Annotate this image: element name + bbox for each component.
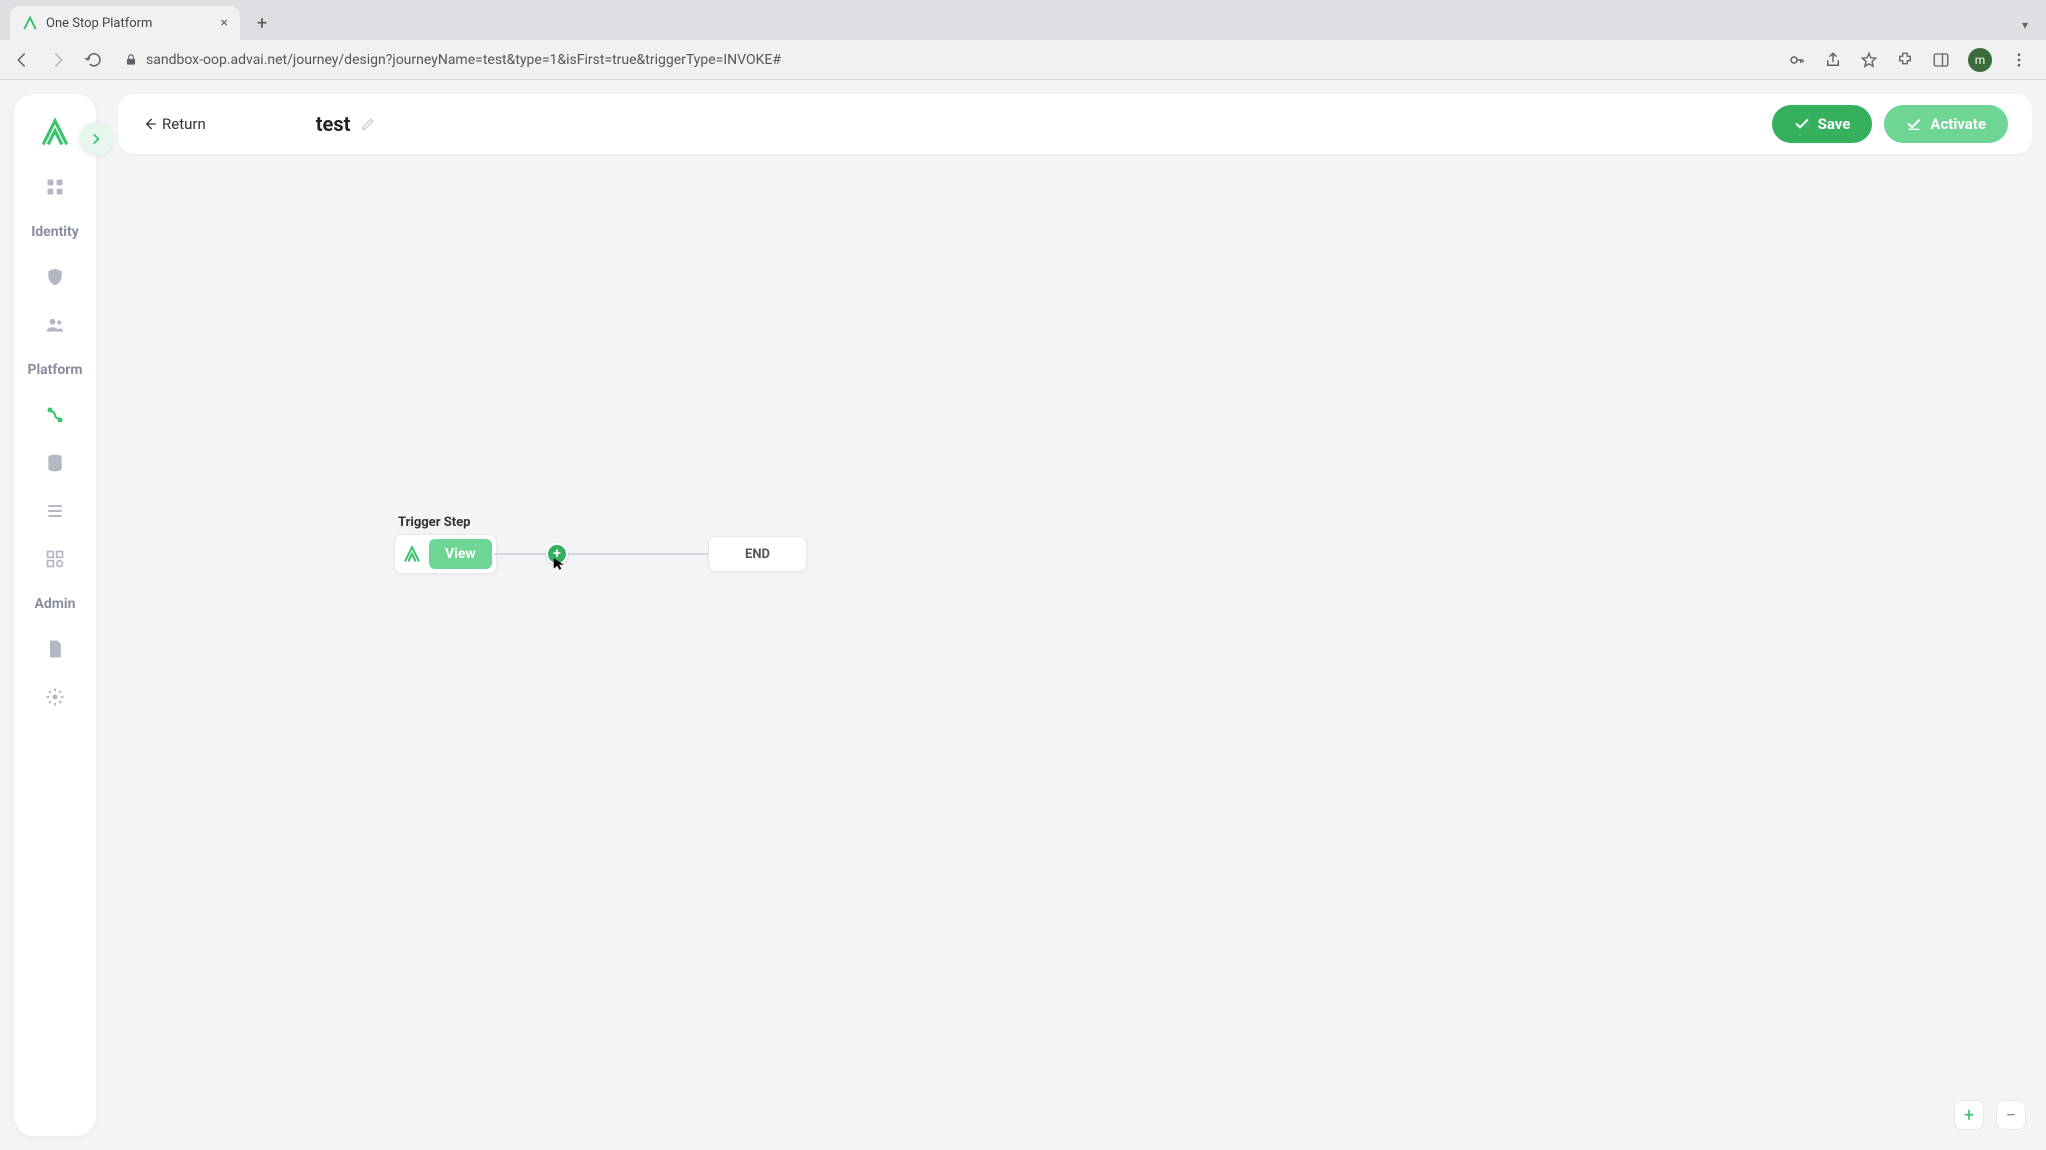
trigger-node[interactable]: View xyxy=(394,534,497,574)
lock-icon xyxy=(124,53,138,67)
trigger-step-label: Trigger Step xyxy=(398,515,470,530)
sidebar-section-identity: Identity xyxy=(31,224,79,240)
zoom-in-button[interactable]: + xyxy=(1954,1100,1984,1130)
trigger-view-button[interactable]: View xyxy=(429,539,492,569)
app-viewport: Identity Platform xyxy=(0,80,2046,1150)
password-key-icon[interactable] xyxy=(1788,51,1806,69)
nav-reload-icon[interactable] xyxy=(82,48,106,72)
app-logo-icon[interactable] xyxy=(37,114,73,150)
view-label: View xyxy=(445,546,476,562)
browser-tab[interactable]: One Stop Platform × xyxy=(10,6,240,40)
save-label: Save xyxy=(1818,115,1851,133)
share-icon[interactable] xyxy=(1824,51,1842,69)
bookmark-star-icon[interactable] xyxy=(1860,51,1878,69)
nav-docs-icon[interactable] xyxy=(44,638,66,660)
activate-label: Activate xyxy=(1930,115,1986,133)
save-check-icon xyxy=(1794,116,1810,132)
edit-title-icon[interactable] xyxy=(360,116,376,132)
url-text: sandbox-oop.advai.net/journey/design?jou… xyxy=(146,52,781,68)
profile-avatar[interactable]: m xyxy=(1968,48,1992,72)
nav-users-icon[interactable] xyxy=(44,314,66,336)
journey-title: test xyxy=(316,112,351,136)
nav-database-icon[interactable] xyxy=(44,452,66,474)
sidebar-section-platform: Platform xyxy=(27,362,82,378)
nav-verification-icon[interactable] xyxy=(44,266,66,288)
nav-journeys-icon[interactable] xyxy=(44,404,66,426)
arrow-left-icon xyxy=(142,116,158,132)
avatar-initial: m xyxy=(1975,53,1986,67)
extensions-icon[interactable] xyxy=(1896,51,1914,69)
browser-address-bar: sandbox-oop.advai.net/journey/design?jou… xyxy=(0,40,2046,80)
new-tab-button[interactable]: + xyxy=(248,9,276,37)
connector-line xyxy=(494,553,724,555)
nav-list-icon[interactable] xyxy=(44,500,66,522)
save-button[interactable]: Save xyxy=(1772,105,1873,143)
activate-check-icon xyxy=(1906,116,1922,132)
end-node[interactable]: END xyxy=(708,536,807,572)
tab-title: One Stop Platform xyxy=(46,16,152,31)
journey-canvas[interactable]: Trigger Step View + xyxy=(118,162,2032,1136)
return-button[interactable]: Return xyxy=(142,115,206,133)
cursor-icon xyxy=(552,556,566,570)
zoom-controls: + − xyxy=(1954,1100,2026,1130)
tab-close-icon[interactable]: × xyxy=(221,15,228,31)
kebab-menu-icon[interactable] xyxy=(2010,51,2028,69)
nav-forward-icon xyxy=(46,48,70,72)
end-label: END xyxy=(745,547,770,562)
tabs-overflow-icon[interactable]: ▾ xyxy=(2022,18,2028,32)
activate-button[interactable]: Activate xyxy=(1884,105,2008,143)
sidebar-section-admin: Admin xyxy=(35,596,76,612)
sidebar-expand-button[interactable] xyxy=(79,122,113,156)
topbar: Return test Save xyxy=(118,94,2032,154)
nav-apps-icon[interactable] xyxy=(44,548,66,570)
browser-tab-strip: One Stop Platform × + ▾ xyxy=(0,0,2046,40)
trigger-node-icon xyxy=(399,541,425,567)
favicon-icon xyxy=(22,15,38,31)
nav-back-icon[interactable] xyxy=(10,48,34,72)
nav-settings-icon[interactable] xyxy=(44,686,66,708)
side-panel-icon[interactable] xyxy=(1932,51,1950,69)
zoom-out-button[interactable]: − xyxy=(1996,1100,2026,1130)
nav-dashboard-icon[interactable] xyxy=(44,176,66,198)
sidebar: Identity Platform xyxy=(14,94,96,1136)
url-field[interactable]: sandbox-oop.advai.net/journey/design?jou… xyxy=(118,45,1776,75)
return-label: Return xyxy=(162,115,206,133)
